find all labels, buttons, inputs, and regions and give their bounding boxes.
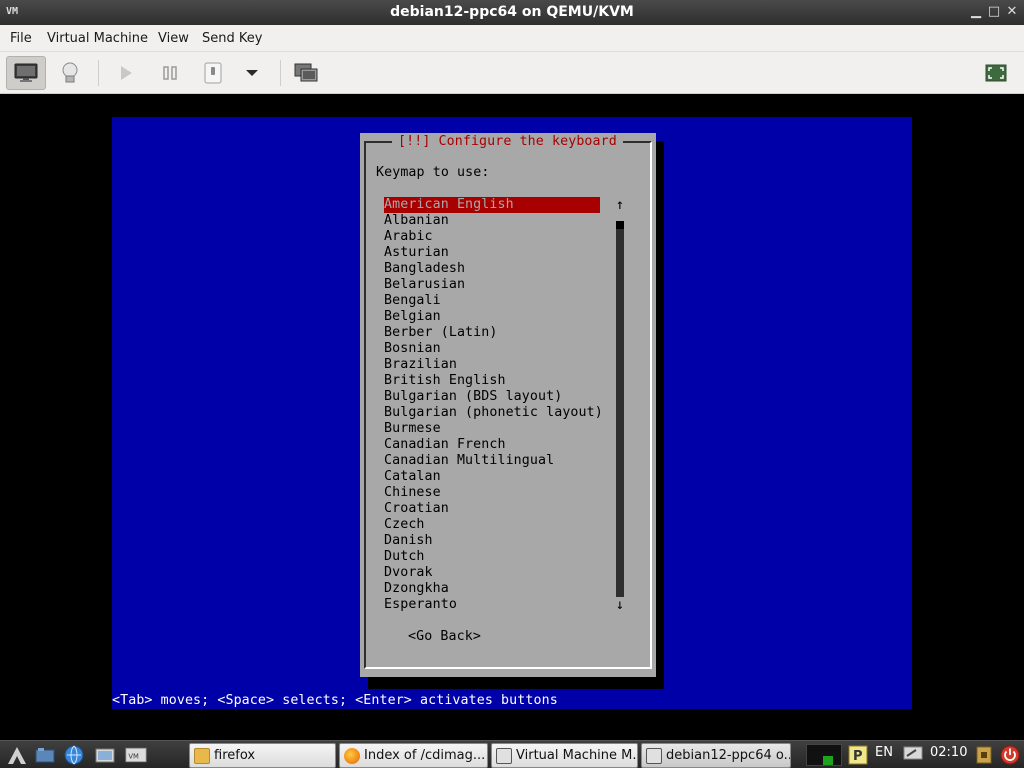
dialog-title: [!!] Configure the keyboard: [392, 133, 623, 151]
monitor-icon: [14, 63, 38, 82]
window-titlebar[interactable]: VM debian12-ppc64 on QEMU/KVM ▁ □ ✕: [0, 0, 1024, 25]
task-label: Index of /cdimag...: [364, 748, 486, 763]
shutdown-button[interactable]: [193, 56, 233, 90]
keymap-option[interactable]: Dutch: [384, 549, 600, 565]
svg-text:P: P: [853, 749, 863, 764]
list-scrollbar[interactable]: ↑ ↓: [616, 197, 624, 613]
screenshot-icon: [294, 63, 318, 82]
taskbar: VM firefox Index of /cdimag... Virtual M…: [0, 740, 1024, 768]
close-button[interactable]: ✕: [1004, 4, 1020, 20]
keymap-option[interactable]: Catalan: [384, 469, 600, 485]
pause-button[interactable]: [150, 56, 190, 90]
task-index-of[interactable]: Index of /cdimag...: [339, 743, 488, 768]
maximize-button[interactable]: □: [986, 4, 1002, 20]
lock-screen-icon[interactable]: [974, 745, 994, 765]
keymap-option[interactable]: Bengali: [384, 293, 600, 309]
keymap-option[interactable]: Canadian French: [384, 437, 600, 453]
show-desktop-icon[interactable]: [34, 744, 56, 766]
task-label: firefox: [214, 748, 256, 763]
pause-icon: [163, 66, 177, 80]
keyboard-layout-indicator[interactable]: EN: [875, 745, 893, 760]
toolbar: [0, 52, 1024, 94]
keymap-option[interactable]: Dvorak: [384, 565, 600, 581]
menu-icon[interactable]: [6, 744, 28, 766]
minimize-button[interactable]: ▁: [968, 4, 984, 20]
keymap-option[interactable]: Burmese: [384, 421, 600, 437]
clock[interactable]: 02:10: [930, 745, 967, 760]
scroll-down-arrow-icon[interactable]: ↓: [614, 597, 626, 613]
keymap-option[interactable]: Berber (Latin): [384, 325, 600, 341]
keymap-option[interactable]: Bosnian: [384, 341, 600, 357]
keymap-option[interactable]: Asturian: [384, 245, 600, 261]
keymap-option[interactable]: Arabic: [384, 229, 600, 245]
dialog-prompt: Keymap to use:: [376, 165, 490, 180]
go-back-button[interactable]: <Go Back>: [408, 629, 481, 645]
keymap-option[interactable]: Dzongkha: [384, 581, 600, 597]
scroll-up-arrow-icon[interactable]: ↑: [614, 197, 626, 213]
shutdown-menu-button[interactable]: [232, 56, 272, 90]
screenshot-button[interactable]: [286, 56, 326, 90]
browser-icon[interactable]: [63, 744, 85, 766]
logout-icon[interactable]: [1000, 745, 1020, 765]
help-line: <Tab> moves; <Space> selects; <Enter> ac…: [112, 693, 558, 708]
task-virtual-machine-manager[interactable]: Virtual Machine M...: [491, 743, 638, 768]
keymap-option[interactable]: British English: [384, 373, 600, 389]
keymap-option[interactable]: Belgian: [384, 309, 600, 325]
keymap-option[interactable]: Bangladesh: [384, 261, 600, 277]
folder-icon: [194, 747, 210, 764]
lightbulb-icon: [62, 62, 78, 83]
vm-display[interactable]: [!!] Configure the keyboard Keymap to us…: [0, 94, 1024, 740]
installer-console[interactable]: [!!] Configure the keyboard Keymap to us…: [112, 117, 912, 709]
cpu-monitor: [806, 744, 842, 766]
menu-file[interactable]: File: [10, 31, 32, 46]
keymap-list[interactable]: American English Albanian Arabic Asturian Ba…: [384, 197, 603, 613]
show-console-button[interactable]: [6, 56, 46, 90]
virt-manager-icon: [496, 747, 512, 764]
menu-view[interactable]: View: [158, 31, 189, 46]
keymap-option[interactable]: Belarusian: [384, 277, 600, 293]
virt-manager-launcher-icon[interactable]: VM: [125, 744, 147, 766]
fullscreen-icon: [985, 64, 1007, 82]
task-debian12-ppc64[interactable]: debian12-ppc64 o...: [641, 743, 791, 768]
keymap-option[interactable]: Croatian: [384, 501, 600, 517]
menu-bar: File Virtual Machine View Send Key: [0, 25, 1024, 52]
keymap-option[interactable]: Esperanto: [384, 597, 600, 613]
file-manager-icon[interactable]: [94, 744, 116, 766]
dropdown-arrow-icon: [246, 70, 258, 76]
task-label: debian12-ppc64 o...: [666, 748, 791, 763]
keymap-option[interactable]: American English: [384, 197, 600, 213]
task-firefox[interactable]: firefox: [189, 743, 336, 768]
run-button[interactable]: [106, 56, 146, 90]
svg-text:VM: VM: [128, 752, 139, 760]
task-label: Virtual Machine M...: [516, 748, 638, 763]
scrollbar-thumb[interactable]: [616, 221, 624, 229]
keymap-option[interactable]: Albanian: [384, 213, 600, 229]
network-icon[interactable]: [903, 746, 923, 764]
keymap-option[interactable]: Chinese: [384, 485, 600, 501]
keymap-option[interactable]: Danish: [384, 533, 600, 549]
clipboard-icon[interactable]: P: [848, 745, 868, 765]
keymap-option[interactable]: Bulgarian (phonetic layout): [384, 405, 603, 421]
firefox-icon: [344, 747, 360, 764]
show-details-button[interactable]: [50, 56, 90, 90]
menu-virtual-machine[interactable]: Virtual Machine: [47, 31, 148, 46]
play-icon: [121, 66, 132, 80]
keymap-option[interactable]: Brazilian: [384, 357, 600, 373]
keymap-option[interactable]: Bulgarian (BDS layout): [384, 389, 600, 405]
scrollbar-track[interactable]: [616, 221, 624, 597]
keymap-option[interactable]: Canadian Multilingual: [384, 453, 600, 469]
keymap-option[interactable]: Czech: [384, 517, 600, 533]
fullscreen-button[interactable]: [976, 56, 1016, 90]
menu-send-key[interactable]: Send Key: [202, 31, 262, 46]
power-icon: [204, 62, 222, 84]
window-title: debian12-ppc64 on QEMU/KVM: [390, 4, 634, 20]
virt-manager-icon: [646, 747, 662, 764]
keyboard-dialog: [!!] Configure the keyboard Keymap to us…: [360, 133, 656, 677]
